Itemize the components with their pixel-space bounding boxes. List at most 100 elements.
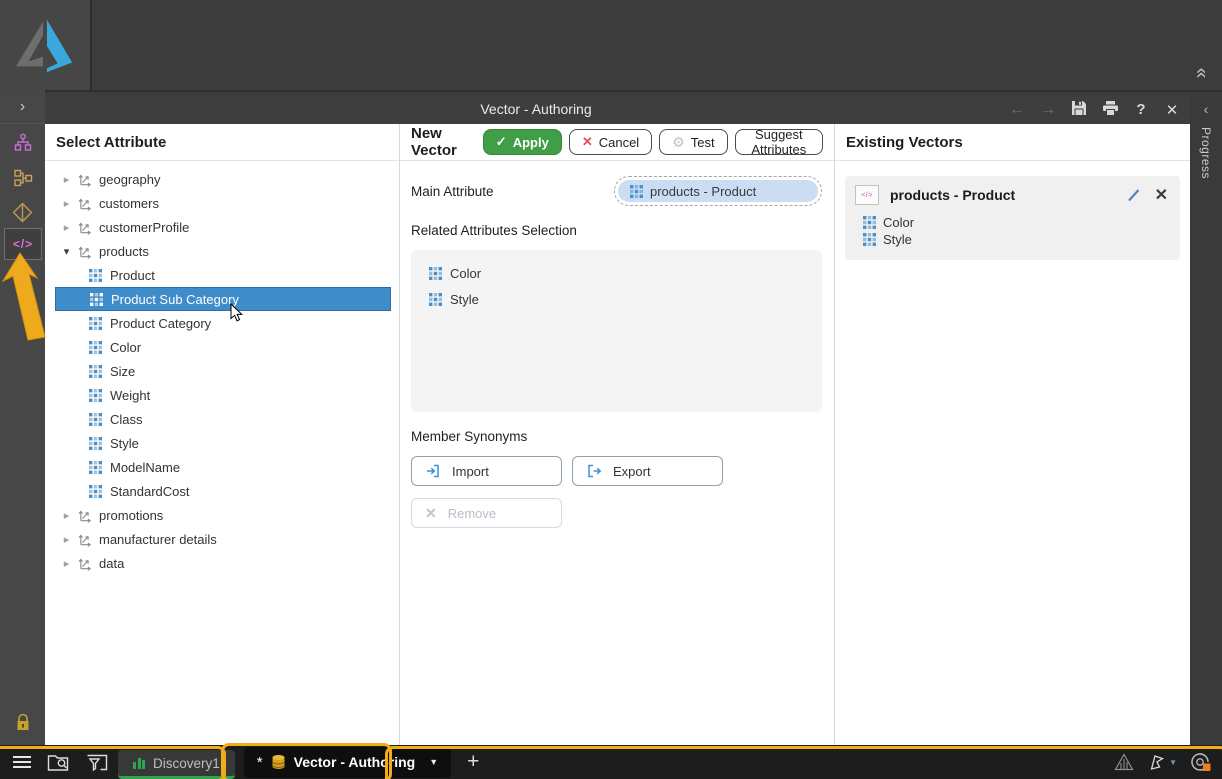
top-strip: »	[0, 0, 1222, 92]
application-window: » Vector - Authoring ← → ? ✕ ›	[0, 0, 1222, 779]
dimension-icon	[78, 532, 93, 547]
main-attribute-dropzone[interactable]: products - Product	[614, 176, 822, 206]
tree-attribute-style[interactable]: Style	[55, 431, 391, 455]
dimension-icon	[78, 556, 93, 571]
expand-caret-icon[interactable]: ▸	[61, 509, 72, 522]
existing-vectors-panel: Existing Vectors </> products - Product …	[835, 124, 1190, 745]
related-attributes-box[interactable]: Color Style	[411, 250, 822, 412]
attribute-grid-icon	[89, 269, 102, 282]
tree-node-label: geography	[99, 172, 160, 187]
expand-caret-icon[interactable]: ▸	[61, 557, 72, 570]
tab-vector-authoring[interactable]: * Vector - Authoring ▼	[244, 747, 451, 778]
new-window-icon[interactable]	[86, 753, 108, 772]
related-attribute-label: Color	[450, 266, 481, 281]
collapse-caret-icon[interactable]: ▾	[61, 245, 72, 258]
attribute-grid-icon	[89, 317, 102, 330]
tab-discovery1[interactable]: Discovery1	[118, 750, 235, 779]
close-icon[interactable]: ✕	[1162, 101, 1182, 119]
save-icon[interactable]	[1069, 100, 1089, 120]
back-icon[interactable]: ←	[1007, 101, 1027, 119]
connection-status-icon[interactable]	[1190, 752, 1212, 772]
tree-node-customerprofile[interactable]: ▸ customerProfile	[55, 215, 391, 239]
progress-panel-rail[interactable]: ‹ Progress	[1190, 95, 1222, 745]
tree-attribute-label: Product	[110, 268, 155, 283]
expand-caret-icon[interactable]: ▸	[61, 221, 72, 234]
vector-authoring-tool-icon[interactable]: </>	[4, 228, 42, 260]
export-button[interactable]: Export	[572, 456, 723, 486]
new-tab-button[interactable]: +	[467, 750, 479, 774]
import-button[interactable]: Import	[411, 456, 562, 486]
tree-node-promotions[interactable]: ▸ promotions	[55, 503, 391, 527]
vector-attribute-color: Color	[863, 214, 1168, 231]
expand-caret-icon[interactable]: ▸	[61, 197, 72, 210]
dimension-icon	[78, 244, 93, 259]
attribute-grid-icon	[89, 461, 102, 474]
tree-attribute-label: Color	[110, 340, 141, 355]
suggest-attributes-button[interactable]: Suggest Attributes	[735, 129, 823, 155]
tree-attribute-standardcost[interactable]: StandardCost	[55, 479, 391, 503]
content-browser-icon[interactable]	[47, 752, 70, 772]
tab-menu-caret-icon[interactable]: ▼	[429, 757, 438, 767]
hierarchy-tool-icon[interactable]	[0, 133, 45, 153]
apply-button[interactable]: ✓ Apply	[483, 129, 562, 155]
tree-node-label: data	[99, 556, 124, 571]
pyramid-status-icon[interactable]	[1114, 753, 1134, 771]
lock-icon[interactable]	[0, 713, 45, 733]
attribute-grid-icon	[863, 233, 876, 246]
pin-menu-caret-icon[interactable]: ▼	[1169, 758, 1177, 767]
select-attribute-panel: Select Attribute ▸ geography▸ customers▸…	[45, 124, 400, 745]
help-icon[interactable]: ?	[1131, 101, 1151, 118]
tree-node-products[interactable]: ▾ products	[55, 239, 391, 263]
member-synonyms-label: Member Synonyms	[411, 429, 822, 444]
expand-caret-icon[interactable]: ▸	[61, 533, 72, 546]
expand-sidebar-icon[interactable]: ›	[0, 90, 45, 124]
tree-attribute-label: Weight	[110, 388, 150, 403]
print-icon[interactable]	[1100, 100, 1120, 120]
tree-attribute-size[interactable]: Size	[55, 359, 391, 383]
tree-node-data[interactable]: ▸ data	[55, 551, 391, 575]
tree-attribute-product-sub-category[interactable]: Product Sub Category	[55, 287, 391, 311]
attribute-grid-icon	[89, 365, 102, 378]
modified-indicator: *	[257, 754, 263, 771]
database-icon	[271, 754, 286, 770]
titlebar: Vector - Authoring ← → ? ✕	[45, 95, 1190, 124]
tree-attribute-product[interactable]: Product	[55, 263, 391, 287]
existing-vectors-title: Existing Vectors	[846, 134, 963, 151]
remove-button[interactable]: ✕ Remove	[411, 498, 562, 528]
tree-attribute-class[interactable]: Class	[55, 407, 391, 431]
expand-progress-icon[interactable]: ‹	[1190, 95, 1222, 117]
new-vector-panel: New Vector ✓ Apply ✕ Cancel ⚙ Test	[400, 124, 835, 745]
edit-pencil-icon[interactable]	[1126, 187, 1142, 203]
cancel-button[interactable]: ✕ Cancel	[569, 129, 652, 155]
app-logo[interactable]	[0, 0, 92, 90]
diamond-tool-icon[interactable]	[0, 202, 45, 223]
expand-caret-icon[interactable]: ▸	[61, 173, 72, 186]
tree-node-label: manufacturer details	[99, 532, 217, 547]
attribute-grid-icon	[429, 267, 442, 280]
tree-attribute-product-category[interactable]: Product Category	[55, 311, 391, 335]
delete-vector-icon[interactable]: ✕	[1155, 185, 1168, 205]
related-attribute-style[interactable]: Style	[411, 286, 822, 312]
attribute-grid-icon	[630, 185, 643, 198]
tree-attribute-label: Product Sub Category	[111, 292, 239, 307]
model-tool-icon[interactable]	[0, 168, 45, 188]
tree-node-manufacturer-details[interactable]: ▸ manufacturer details	[55, 527, 391, 551]
vector-attributes-list: Color Style	[855, 214, 1168, 248]
tree-node-customers[interactable]: ▸ customers	[55, 191, 391, 215]
collapse-top-icon[interactable]: »	[1190, 68, 1212, 79]
test-button[interactable]: ⚙ Test	[659, 129, 727, 155]
forward-icon[interactable]: →	[1038, 101, 1058, 119]
tree-attribute-color[interactable]: Color	[55, 335, 391, 359]
menu-icon[interactable]	[13, 756, 31, 768]
tree-node-geography[interactable]: ▸ geography	[55, 167, 391, 191]
attribute-tree: ▸ geography▸ customers▸ customerProfile▾…	[45, 161, 399, 575]
main-attribute-chip[interactable]: products - Product	[618, 180, 818, 202]
tree-attribute-modelname[interactable]: ModelName	[55, 455, 391, 479]
pin-icon[interactable]	[1147, 753, 1166, 771]
tree-attribute-weight[interactable]: Weight	[55, 383, 391, 407]
cross-icon: ✕	[582, 134, 593, 150]
dimension-icon	[78, 220, 93, 235]
dimension-icon	[78, 196, 93, 211]
related-attributes-label: Related Attributes Selection	[411, 223, 822, 238]
related-attribute-color[interactable]: Color	[411, 260, 822, 286]
